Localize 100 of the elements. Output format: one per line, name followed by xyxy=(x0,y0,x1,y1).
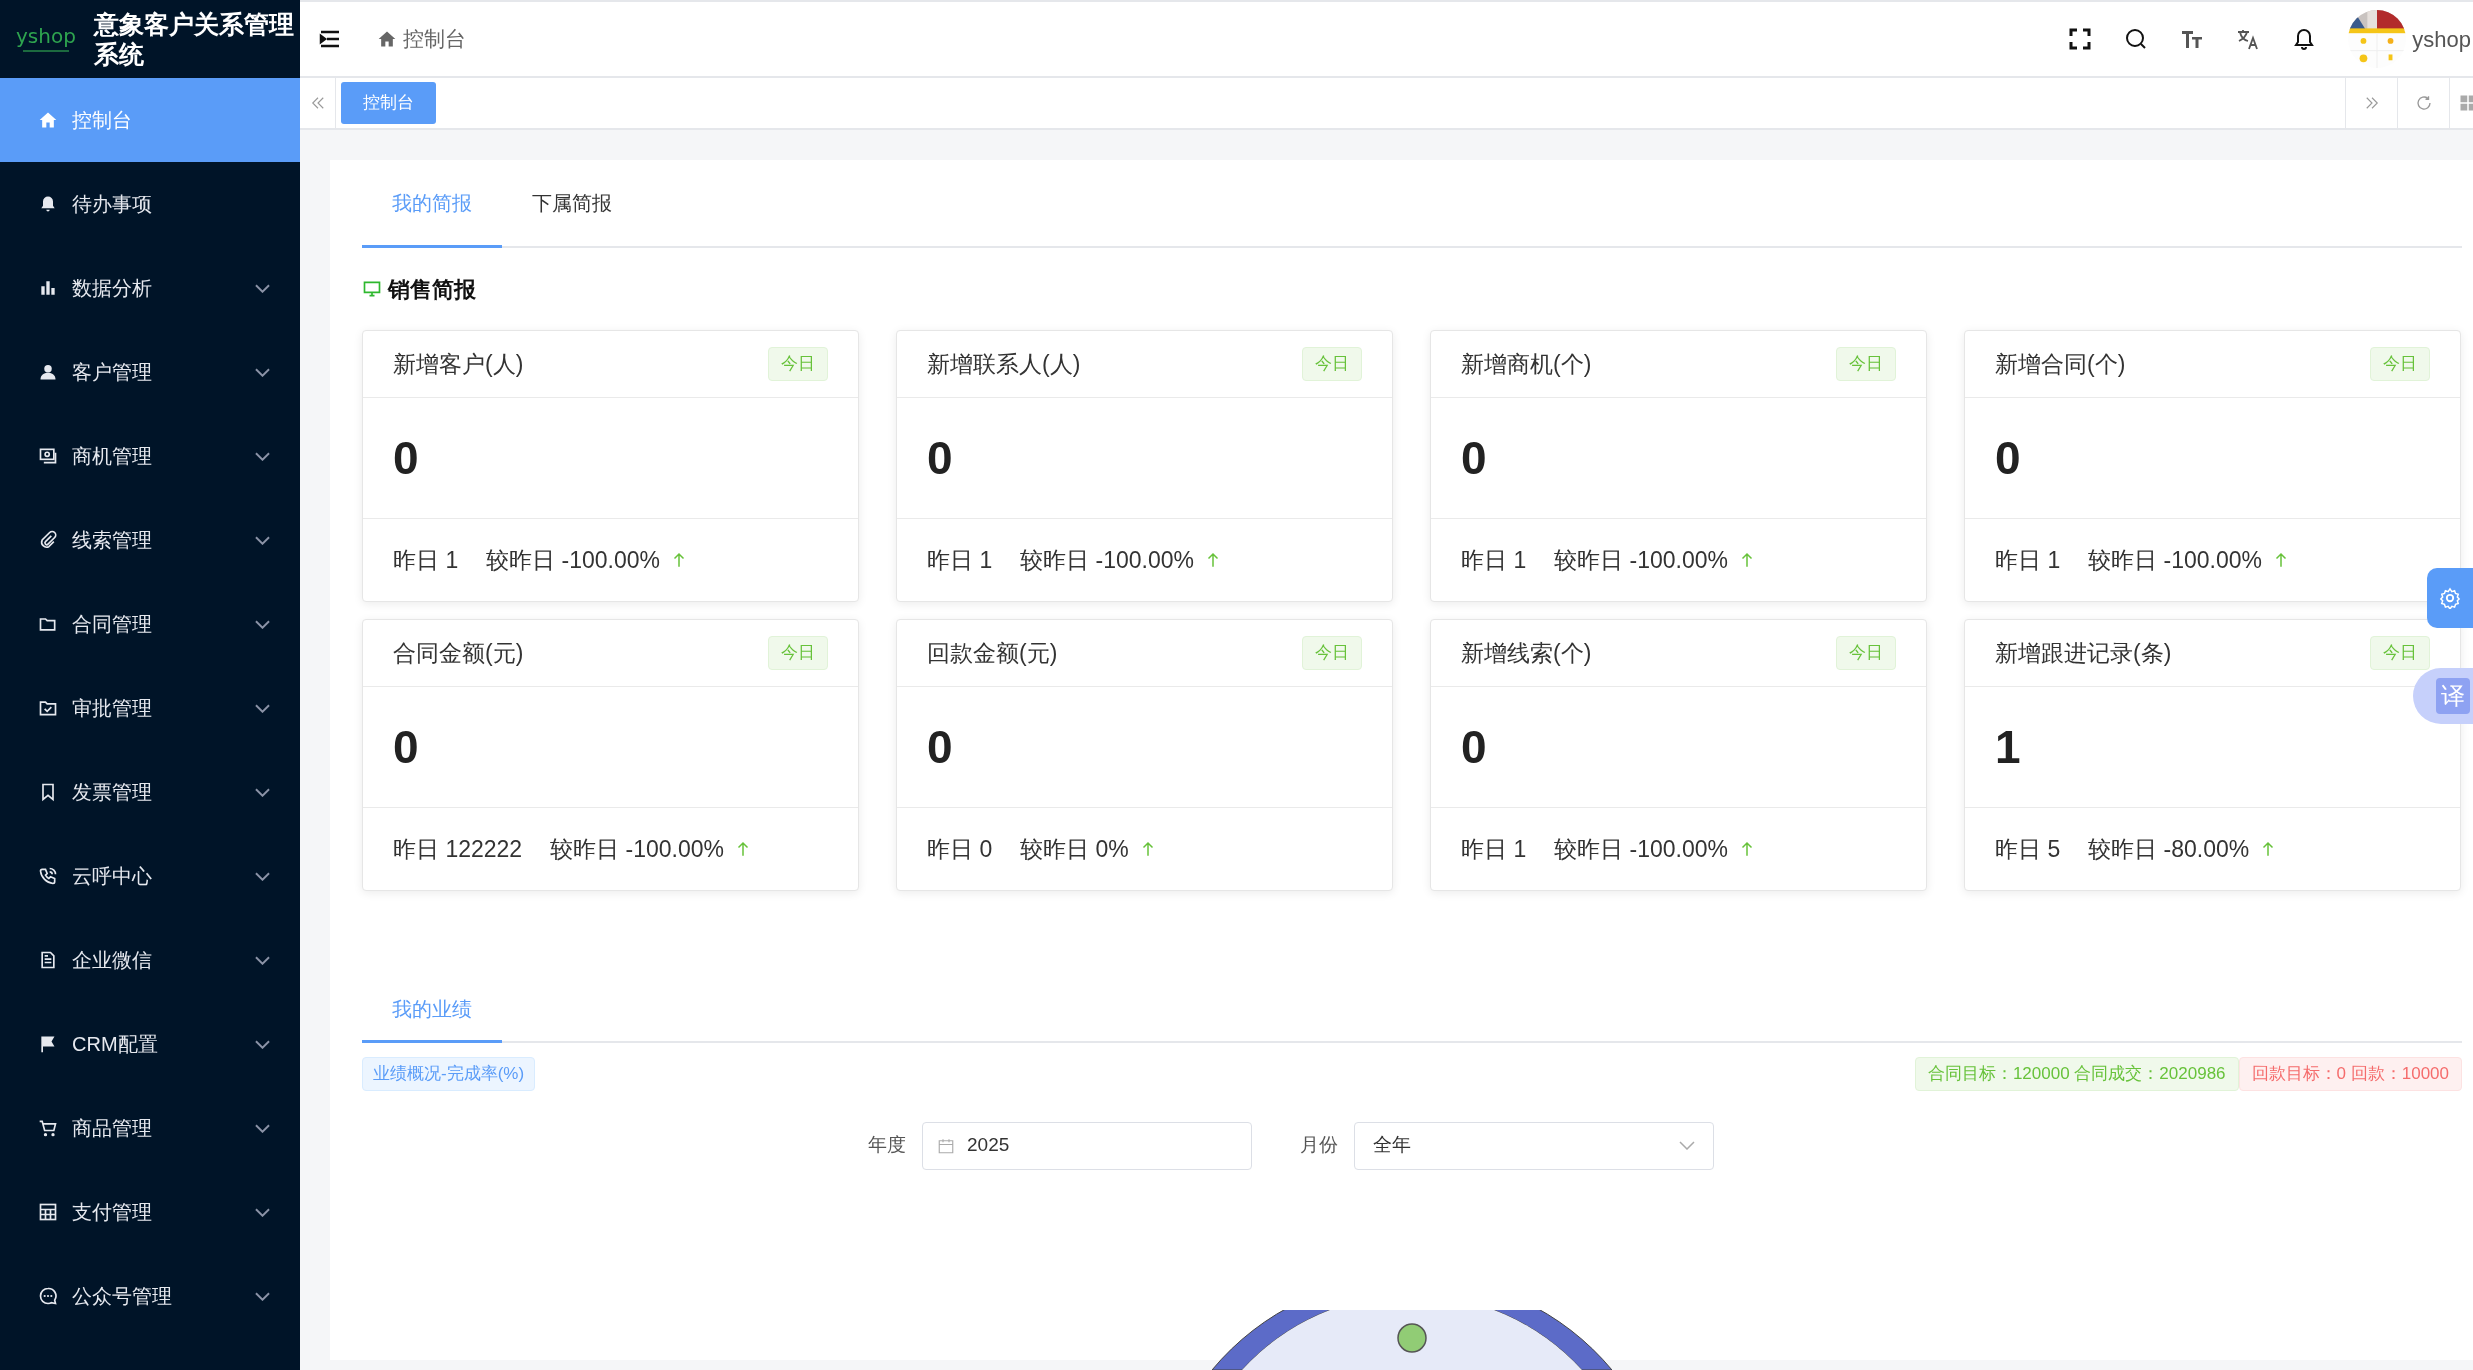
stat-value: 0 xyxy=(393,430,419,486)
sidebar-item[interactable]: 企业微信 xyxy=(0,918,300,1002)
sidebar-item[interactable]: 线索管理 xyxy=(0,498,300,582)
cart-icon xyxy=(38,1118,58,1138)
stat-value: 0 xyxy=(1461,719,1487,775)
compare-value: 较昨日 -100.00% xyxy=(2088,545,2263,575)
bar-chart-icon xyxy=(38,278,58,298)
today-tag: 今日 xyxy=(2370,636,2430,670)
sidebar-item[interactable]: 商机管理 xyxy=(0,414,300,498)
sidebar-item[interactable]: 公众号管理 xyxy=(0,1254,300,1338)
today-tag: 今日 xyxy=(768,347,828,381)
chat-icon xyxy=(38,1286,58,1306)
sidebar-item[interactable]: 云呼中心 xyxy=(0,834,300,918)
sidebar-item[interactable]: 审批管理 xyxy=(0,666,300,750)
app-title: 意象客户关系管理系统 xyxy=(93,9,294,69)
chevron-down-icon xyxy=(255,367,270,377)
sidebar-item[interactable]: 待办事项 xyxy=(0,162,300,246)
monitor-icon xyxy=(362,279,382,299)
yesterday-value: 昨日 122222 xyxy=(393,834,523,864)
performance-tag: 业绩概况-完成率(%) xyxy=(362,1057,536,1091)
settings-button[interactable] xyxy=(2427,568,2473,628)
compare-value: 较昨日 -100.00% xyxy=(1554,545,1729,575)
compare-value: 较昨日 -100.00% xyxy=(1554,834,1729,864)
chevron-down-icon xyxy=(255,1039,270,1049)
yesterday-value: 昨日 5 xyxy=(1995,834,2061,864)
chevron-down-icon xyxy=(255,703,270,713)
chevron-down-icon xyxy=(255,535,270,545)
stat-value: 0 xyxy=(927,430,953,486)
chevron-down-icon xyxy=(255,1207,270,1217)
yesterday-value: 昨日 0 xyxy=(927,834,993,864)
card-title: 新增客户(人) xyxy=(393,349,524,379)
yesterday-value: 昨日 1 xyxy=(1461,834,1527,864)
username[interactable]: yshop xyxy=(2412,22,2471,56)
stat-value: 0 xyxy=(1995,430,2021,486)
breadcrumb[interactable]: 控制台 xyxy=(403,23,466,55)
stat-tag: 合同目标：120000 合同成交：2020986 xyxy=(1914,1057,2239,1091)
fullscreen-icon[interactable] xyxy=(2068,27,2093,51)
chevron-down-icon xyxy=(255,871,270,881)
chevron-down-icon xyxy=(255,451,270,461)
compare-value: 较昨日 -100.00% xyxy=(550,834,724,864)
bell-icon[interactable] xyxy=(2292,27,2317,51)
today-tag: 今日 xyxy=(2370,347,2430,381)
user-icon xyxy=(38,362,58,382)
card-title: 新增合同(个) xyxy=(1995,349,2126,379)
month-label: 月份 xyxy=(1300,1133,1338,1158)
chevron-down-icon xyxy=(255,955,270,965)
stat-tag: 回款目标：0 回款：10000 xyxy=(2238,1057,2462,1091)
today-tag: 今日 xyxy=(1836,347,1896,381)
month-select[interactable]: 全年 xyxy=(1354,1121,1714,1170)
sidebar-item[interactable]: 客户管理 xyxy=(0,330,300,414)
stat-value: 0 xyxy=(393,719,419,775)
sidebar-item[interactable]: CRM配置 xyxy=(0,1002,300,1086)
compare-value: 较昨日 -100.00% xyxy=(1020,545,1195,575)
section-title: 销售简报 xyxy=(388,275,476,304)
chevron-down-icon xyxy=(255,787,270,797)
year-picker[interactable]: 2025 xyxy=(922,1121,1252,1170)
phone-icon xyxy=(38,866,58,886)
year-label: 年度 xyxy=(868,1133,906,1158)
refresh-icon[interactable] xyxy=(2414,94,2433,112)
compare-value: 较昨日 0% xyxy=(1020,834,1129,864)
yesterday-value: 昨日 1 xyxy=(393,545,459,575)
translate-icon[interactable] xyxy=(2236,27,2261,51)
paperclip-icon xyxy=(38,530,58,550)
stat-value: 1 xyxy=(1995,719,2021,775)
chevron-down-icon xyxy=(1679,1141,1695,1150)
card-title: 回款金额(元) xyxy=(927,638,1058,668)
folder-check-icon xyxy=(38,698,58,718)
home-icon xyxy=(377,29,397,49)
card-title: 新增跟进记录(条) xyxy=(1995,638,2172,668)
card-title: 新增商机(个) xyxy=(1461,349,1592,379)
today-tag: 今日 xyxy=(768,636,828,670)
card-title: 合同金额(元) xyxy=(393,638,524,668)
home-icon xyxy=(38,110,58,130)
chevron-down-icon xyxy=(255,619,270,629)
today-tag: 今日 xyxy=(1302,347,1362,381)
compare-value: 较昨日 -80.00% xyxy=(2088,834,2250,864)
sidebar-item[interactable]: 数据分析 xyxy=(0,246,300,330)
sidebar-item[interactable]: 合同管理 xyxy=(0,582,300,666)
stat-value: 0 xyxy=(1461,430,1487,486)
sidebar-item[interactable]: 商品管理 xyxy=(0,1086,300,1170)
chevron-down-icon xyxy=(255,1123,270,1133)
document-icon xyxy=(38,950,58,970)
compare-value: 较昨日 -100.00% xyxy=(486,545,661,575)
settings-icon xyxy=(2439,587,2461,609)
today-tag: 今日 xyxy=(1836,636,1896,670)
card-title: 新增联系人(人) xyxy=(927,349,1081,379)
logo: yshop xyxy=(16,26,76,46)
card-title: 新增线索(个) xyxy=(1461,638,1592,668)
yesterday-value: 昨日 1 xyxy=(1461,545,1527,575)
stat-value: 0 xyxy=(927,719,953,775)
cash-icon xyxy=(38,446,58,466)
yesterday-value: 昨日 1 xyxy=(1995,545,2061,575)
chevron-down-icon xyxy=(255,283,270,293)
sidebar-item[interactable]: 支付管理 xyxy=(0,1170,300,1254)
calendar-icon xyxy=(937,1136,955,1155)
sidebar-item[interactable]: 发票管理 xyxy=(0,750,300,834)
report-tab[interactable]: 下属简报 xyxy=(502,160,642,248)
calculator-icon xyxy=(38,1202,58,1222)
today-tag: 今日 xyxy=(1302,636,1362,670)
chevron-down-icon xyxy=(255,1291,270,1301)
